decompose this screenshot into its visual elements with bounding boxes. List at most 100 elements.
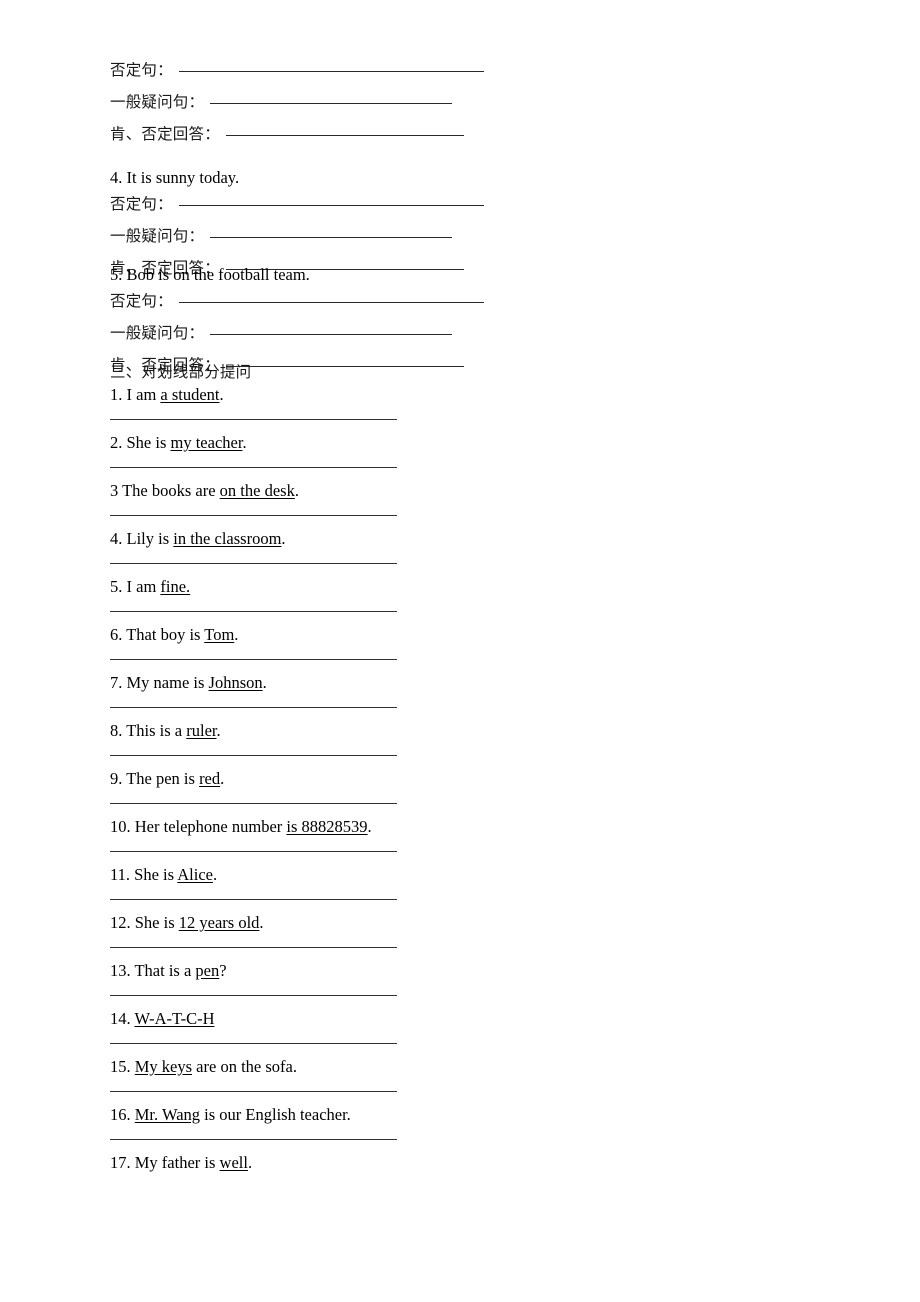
question-text-pre: 17. My father is	[110, 1153, 220, 1172]
answer-blank-line[interactable]	[225, 135, 464, 136]
underlined-phrase: in the classroom	[173, 529, 282, 548]
question-item: 4. Lily is in the classroom.	[110, 529, 286, 549]
prompt-label: 否定句：	[110, 61, 173, 79]
question-text-pre: 14.	[110, 1009, 135, 1028]
question-text-post: .	[247, 1153, 253, 1172]
question-item: 10. Her telephone number is 88828539.	[110, 817, 372, 837]
question-text-post: .	[262, 673, 267, 692]
question-text-pre: 9. The pen is	[110, 769, 200, 788]
question-item: 16. Mr. Wang is our English teacher.	[110, 1105, 351, 1125]
underlined-phrase: Alice	[177, 865, 213, 884]
answer-blank-line[interactable]	[110, 659, 397, 660]
underlined-phrase: W-A-T-C-H	[134, 1009, 215, 1028]
question-item: 14. W-A-T-C-H	[110, 1009, 215, 1029]
question-item: 17. My father is well.	[110, 1153, 252, 1173]
answer-blank-line[interactable]	[225, 366, 464, 367]
underlined-phrase: 12 years old	[178, 913, 260, 932]
sentence-4: 4. It is sunny today.	[110, 168, 240, 187]
answer-blank-line[interactable]	[110, 419, 397, 420]
answer-blank-line[interactable]	[210, 237, 453, 238]
answer-blank-line[interactable]	[178, 71, 484, 72]
underlined-phrase: is 88828539	[286, 817, 368, 836]
underlined-phrase: well	[219, 1153, 248, 1172]
answer-blank-line[interactable]	[210, 334, 453, 335]
underlined-phrase: Tom	[204, 625, 235, 644]
question-text-post: is our English teacher.	[200, 1105, 351, 1124]
answer-blank-line[interactable]	[110, 1091, 397, 1092]
answer-blank-line[interactable]	[110, 1139, 397, 1140]
answer-blank-line[interactable]	[110, 851, 397, 852]
question-text-pre: 10. Her telephone number	[110, 817, 287, 836]
question-text-post: .	[216, 721, 221, 740]
answer-blank-line[interactable]	[110, 611, 397, 612]
answer-blank-line[interactable]	[110, 467, 397, 468]
prompt-row-0: 否定句：	[110, 58, 484, 90]
prompt-row-1: 一般疑问句：	[110, 321, 484, 353]
prompt-label: 否定句：	[110, 195, 173, 213]
question-item: 8. This is a ruler.	[110, 721, 221, 741]
underlined-phrase: Mr. Wang	[134, 1105, 201, 1124]
question-item: 6. That boy is Tom.	[110, 625, 238, 645]
question-text-post: .	[212, 865, 218, 884]
question-text-post: .	[367, 817, 372, 836]
question-item: 12. She is 12 years old.	[110, 913, 264, 933]
question-text-pre: 6. That boy is	[110, 625, 205, 644]
underlined-phrase: fine.	[160, 577, 191, 596]
underlined-phrase: pen	[195, 961, 220, 980]
question-text-pre: 12. She is	[110, 913, 179, 932]
underlined-phrase: ruler	[186, 721, 217, 740]
question-text-post: .	[281, 529, 286, 548]
question-text-post: .	[219, 385, 224, 404]
answer-blank-line[interactable]	[110, 707, 397, 708]
prompt-label: 一般疑问句：	[110, 324, 205, 342]
answer-blank-line[interactable]	[110, 995, 397, 996]
answer-blank-line[interactable]	[110, 563, 397, 564]
question-text-pre: 8. This is a	[110, 721, 187, 740]
sentence-5: 5. Bob is on the football team.	[110, 265, 310, 284]
question-text-pre: 7. My name is	[110, 673, 209, 692]
answer-blank-line[interactable]	[178, 302, 484, 303]
question-item: 3 The books are on the desk.	[110, 481, 299, 501]
prompt-label: 一般疑问句：	[110, 227, 205, 245]
question-text-pre: 4. Lily is	[110, 529, 174, 548]
question-item: 5. I am fine.	[110, 577, 190, 597]
question-text-post: .	[234, 625, 239, 644]
question-text-pre: 3 The books are	[110, 481, 220, 500]
prompt-row-0: 否定句：	[110, 289, 484, 321]
underlined-phrase: My keys	[134, 1057, 193, 1076]
question-item: 7. My name is Johnson.	[110, 673, 267, 693]
section-heading-three: 三、对划线部分提问	[110, 363, 252, 381]
question-text-pre: 13. That is a	[110, 961, 196, 980]
prompt-row-1: 一般疑问句：	[110, 224, 484, 256]
prompt-row-1: 一般疑问句：	[110, 90, 484, 122]
question-text-pre: 15.	[110, 1057, 135, 1076]
answer-blank-line[interactable]	[110, 899, 397, 900]
underlined-phrase: Johnson	[208, 673, 263, 692]
question-text-pre: 16.	[110, 1105, 135, 1124]
question-item: 11. She is Alice.	[110, 865, 217, 885]
answer-blank-line[interactable]	[210, 103, 453, 104]
worksheet-page: 否定句： 一般疑问句： 肯、否定回答： 4. It is sunny today. …	[0, 0, 920, 1302]
answer-blank-line[interactable]	[110, 1043, 397, 1044]
answer-blank-line[interactable]	[110, 755, 397, 756]
question-text-pre: 5. I am	[110, 577, 161, 596]
prompt-block-top: 否定句： 一般疑问句： 肯、否定回答：	[110, 58, 484, 154]
answer-blank-line[interactable]	[110, 947, 397, 948]
question-text-pre: 1. I am	[110, 385, 161, 404]
prompt-label: 肯、否定回答：	[110, 125, 220, 143]
answer-blank-line[interactable]	[110, 515, 397, 516]
question-item: 1. I am a student.	[110, 385, 224, 405]
answer-blank-line[interactable]	[110, 803, 397, 804]
underlined-phrase: a student	[160, 385, 220, 404]
prompt-row-2: 肯、否定回答：	[110, 122, 484, 154]
underlined-phrase: red	[199, 769, 221, 788]
answer-blank-line[interactable]	[178, 205, 484, 206]
prompt-label: 否定句：	[110, 292, 173, 310]
underlined-phrase: on the desk	[219, 481, 295, 500]
question-item: 15. My keys are on the sofa.	[110, 1057, 297, 1077]
question-text-post: .	[242, 433, 247, 452]
question-text-pre: 11. She is	[110, 865, 178, 884]
question-text-post: .	[220, 769, 225, 788]
question-item: 13. That is a pen?	[110, 961, 227, 981]
underlined-phrase: my teacher	[170, 433, 243, 452]
